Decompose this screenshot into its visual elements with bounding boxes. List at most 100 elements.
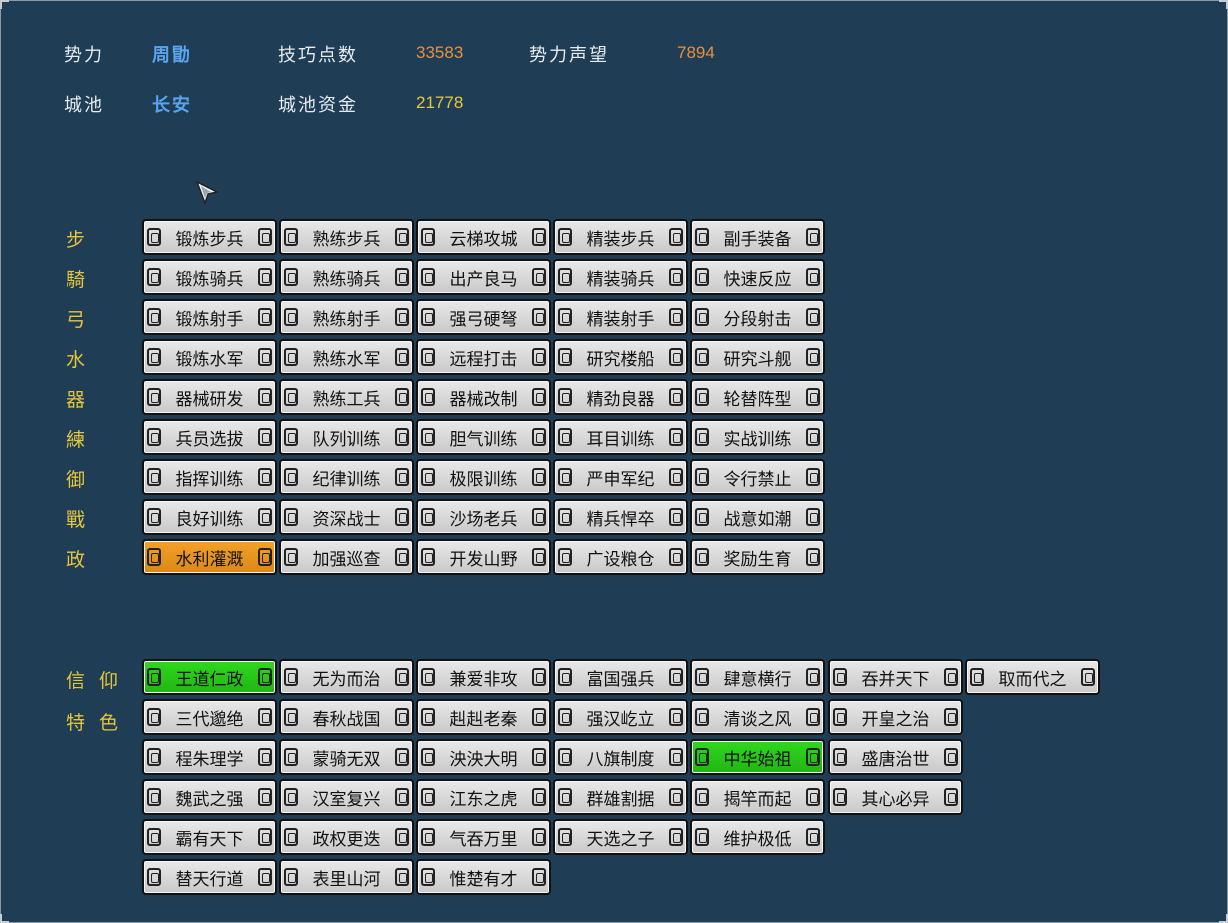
belief-button[interactable]: 气吞万里 (416, 819, 551, 855)
belief-button[interactable]: 吞并天下 (828, 659, 963, 695)
button-label: 取而代之 (998, 669, 1067, 690)
belief-button[interactable]: 揭竿而起 (690, 779, 825, 815)
belief-button[interactable]: 清谈之风 (690, 699, 825, 735)
prestige-value: 7894 (677, 43, 715, 62)
technique-button[interactable]: 出产良马 (416, 259, 551, 295)
belief-button[interactable]: 无为而治 (279, 659, 414, 695)
technique-button[interactable]: 远程打击 (416, 339, 551, 375)
belief-button[interactable]: 取而代之 (965, 659, 1100, 695)
knot-ornament-icon (284, 308, 298, 326)
knot-ornament-icon (532, 508, 546, 526)
belief-button[interactable]: 江东之虎 (416, 779, 551, 815)
technique-button[interactable]: 实战训练 (690, 419, 825, 455)
knot-ornament-icon (532, 428, 546, 446)
belief-button[interactable]: 程朱理学 (142, 739, 277, 775)
belief-button[interactable]: 天选之子 (553, 819, 688, 855)
belief-button[interactable]: 汉室复兴 (279, 779, 414, 815)
technique-button[interactable]: 熟练射手 (279, 299, 414, 335)
technique-button[interactable]: 良好训练 (142, 499, 277, 535)
belief-button[interactable]: 盛唐治世 (828, 739, 963, 775)
button-label: 研究斗舰 (723, 349, 792, 370)
knot-ornament-icon (421, 868, 435, 886)
belief-button[interactable]: 霸有天下 (142, 819, 277, 855)
belief-button[interactable]: 中华始祖 (690, 739, 825, 775)
technique-button[interactable]: 令行禁止 (690, 459, 825, 495)
button-label: 令行禁止 (723, 469, 792, 490)
technique-button[interactable]: 开发山野 (416, 539, 551, 575)
technique-button[interactable]: 云梯攻城 (416, 219, 551, 255)
technique-button[interactable]: 奖励生育 (690, 539, 825, 575)
technique-button[interactable]: 锻炼步兵 (142, 219, 277, 255)
belief-button[interactable]: 表里山河 (279, 859, 414, 895)
technique-button[interactable]: 指挥训练 (142, 459, 277, 495)
belief-button[interactable]: 替天行道 (142, 859, 277, 895)
knot-ornament-icon (806, 228, 820, 246)
technique-button[interactable]: 精兵悍卒 (553, 499, 688, 535)
technique-button[interactable]: 极限训练 (416, 459, 551, 495)
prestige-label: 势力声望 (529, 45, 609, 66)
belief-button[interactable]: 群雄割据 (553, 779, 688, 815)
belief-button[interactable]: 三代邈绝 (142, 699, 277, 735)
knot-ornament-icon (695, 828, 709, 846)
knot-ornament-icon (806, 668, 820, 686)
belief-button[interactable]: 魏武之强 (142, 779, 277, 815)
technique-button[interactable]: 轮替阵型 (690, 379, 825, 415)
technique-button[interactable]: 耳目训练 (553, 419, 688, 455)
belief-button[interactable]: 蒙骑无双 (279, 739, 414, 775)
button-label: 严申军纪 (586, 469, 655, 490)
technique-button[interactable]: 副手装备 (690, 219, 825, 255)
technique-button[interactable]: 熟练步兵 (279, 219, 414, 255)
belief-button[interactable]: 泱泱大明 (416, 739, 551, 775)
technique-button[interactable]: 精劲良器 (553, 379, 688, 415)
belief-button[interactable]: 富国强兵 (553, 659, 688, 695)
knot-ornament-icon (284, 868, 298, 886)
technique-button[interactable]: 锻炼射手 (142, 299, 277, 335)
belief-button[interactable]: 八旗制度 (553, 739, 688, 775)
technique-button[interactable]: 严申军纪 (553, 459, 688, 495)
technique-button[interactable]: 战意如潮 (690, 499, 825, 535)
technique-button[interactable]: 胆气训练 (416, 419, 551, 455)
technique-button[interactable]: 分段射击 (690, 299, 825, 335)
knot-ornament-icon (421, 708, 435, 726)
belief-button[interactable]: 肆意横行 (690, 659, 825, 695)
belief-button[interactable]: 维护极低 (690, 819, 825, 855)
belief-button[interactable]: 强汉屹立 (553, 699, 688, 735)
technique-button[interactable]: 器械研发 (142, 379, 277, 415)
technique-button[interactable]: 锻炼骑兵 (142, 259, 277, 295)
belief-button[interactable]: 春秋战国 (279, 699, 414, 735)
technique-button[interactable]: 精装骑兵 (553, 259, 688, 295)
technique-button[interactable]: 精装步兵 (553, 219, 688, 255)
belief-button[interactable]: 其心必异 (828, 779, 963, 815)
technique-button[interactable]: 强弓硬弩 (416, 299, 551, 335)
technique-button[interactable]: 熟练骑兵 (279, 259, 414, 295)
belief-button[interactable]: 惟楚有才 (416, 859, 551, 895)
belief-button[interactable]: 开皇之治 (828, 699, 963, 735)
technique-button[interactable]: 水利灌溉 (142, 539, 277, 575)
knot-ornament-icon (806, 828, 820, 846)
technique-button[interactable]: 熟练工兵 (279, 379, 414, 415)
technique-button[interactable]: 兵员选拔 (142, 419, 277, 455)
belief-button[interactable]: 赳赳老秦 (416, 699, 551, 735)
technique-button[interactable]: 沙场老兵 (416, 499, 551, 535)
knot-ornament-icon (258, 828, 272, 846)
technique-button[interactable]: 锻炼水军 (142, 339, 277, 375)
technique-button[interactable]: 资深战士 (279, 499, 414, 535)
knot-ornament-icon (395, 268, 409, 286)
button-label: 锻炼步兵 (175, 229, 244, 250)
technique-button[interactable]: 快速反应 (690, 259, 825, 295)
technique-button[interactable]: 加强巡查 (279, 539, 414, 575)
belief-button[interactable]: 政权更迭 (279, 819, 414, 855)
button-label: 器械改制 (449, 389, 518, 410)
technique-button[interactable]: 熟练水军 (279, 339, 414, 375)
technique-button[interactable]: 队列训练 (279, 419, 414, 455)
technique-button[interactable]: 研究楼船 (553, 339, 688, 375)
button-label: 春秋战国 (312, 709, 381, 730)
technique-button[interactable]: 纪律训练 (279, 459, 414, 495)
belief-button[interactable]: 兼爱非攻 (416, 659, 551, 695)
technique-button[interactable]: 广设粮仓 (553, 539, 688, 575)
technique-button[interactable]: 精装射手 (553, 299, 688, 335)
technique-button[interactable]: 研究斗舰 (690, 339, 825, 375)
belief-button[interactable]: 王道仁政 (142, 659, 277, 695)
technique-button[interactable]: 器械改制 (416, 379, 551, 415)
knot-ornament-icon (395, 668, 409, 686)
